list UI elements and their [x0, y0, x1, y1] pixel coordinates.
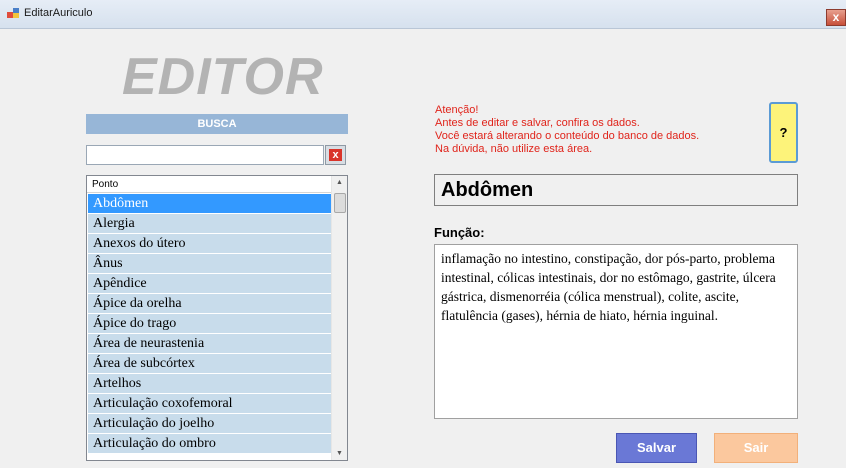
- warning-line: Você estará alterando o conteúdo do banc…: [435, 130, 700, 142]
- scroll-thumb[interactable]: [334, 193, 346, 213]
- editor-form: EDITOR BUSCA x Ponto Abdômen Alergia Anexo…: [2, 29, 844, 468]
- list-item[interactable]: Articulação do joelho: [88, 414, 332, 434]
- close-icon: x: [329, 149, 342, 161]
- list-item[interactable]: Articulação coxofemoral: [88, 394, 332, 414]
- app-icon: [7, 8, 19, 18]
- list-item[interactable]: Ânus: [88, 254, 332, 274]
- help-button[interactable]: ?: [769, 102, 798, 163]
- warning-line: Na dúvida, não utilize esta área.: [435, 143, 593, 155]
- save-button[interactable]: Salvar: [616, 433, 697, 463]
- point-name-field[interactable]: Abdômen: [434, 174, 798, 206]
- clear-search-button[interactable]: x: [325, 145, 346, 165]
- list-item[interactable]: Alergia: [88, 214, 332, 234]
- list-item[interactable]: Articulação do ombro: [88, 434, 332, 454]
- warning-line: Antes de editar e salvar, confira os dad…: [435, 117, 640, 129]
- points-list[interactable]: Ponto Abdômen Alergia Anexos do útero Ânus A…: [86, 175, 348, 461]
- list-rows: Abdômen Alergia Anexos do útero Ânus Apêndic…: [88, 194, 332, 454]
- list-item[interactable]: Abdômen: [88, 194, 332, 214]
- funcao-textarea[interactable]: inflamação no intestino, constipação, do…: [434, 244, 798, 419]
- window-title: EditarAuriculo: [24, 7, 93, 19]
- editor-logo: EDITOR: [122, 48, 324, 106]
- warning-message: Atenção! Antes de editar e salvar, confir…: [435, 104, 755, 156]
- search-header: BUSCA: [86, 114, 348, 134]
- list-item[interactable]: Área de subcórtex: [88, 354, 332, 374]
- list-item[interactable]: Anexos do útero: [88, 234, 332, 254]
- list-item[interactable]: Ápice do trago: [88, 314, 332, 334]
- exit-button[interactable]: Sair: [714, 433, 798, 463]
- list-item[interactable]: Apêndice: [88, 274, 332, 294]
- warning-line: Atenção!: [435, 104, 479, 116]
- scroll-up-icon[interactable]: ▲: [336, 179, 343, 186]
- list-scrollbar[interactable]: ▲ ▼: [331, 176, 347, 460]
- list-item[interactable]: Artelhos: [88, 374, 332, 394]
- scroll-down-icon[interactable]: ▼: [336, 450, 343, 457]
- funcao-label: Função:: [434, 225, 485, 240]
- list-item[interactable]: Área de neurastenia: [88, 334, 332, 354]
- search-input[interactable]: [86, 145, 324, 165]
- title-bar: EditarAuriculo x: [0, 0, 846, 29]
- close-button[interactable]: x: [826, 9, 846, 26]
- list-item[interactable]: Ápice da orelha: [88, 294, 332, 314]
- list-column-header[interactable]: Ponto: [87, 176, 332, 193]
